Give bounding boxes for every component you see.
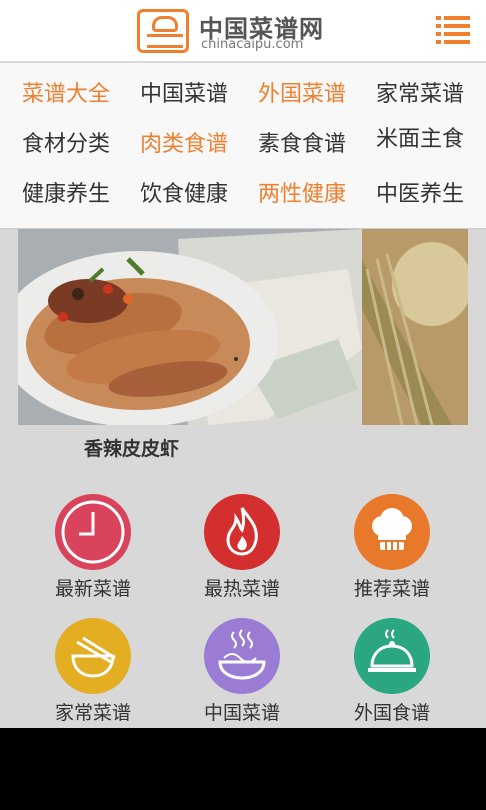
menu-item-diet-health[interactable]: 饮食健康 bbox=[125, 175, 243, 215]
site-logo[interactable]: 中国菜谱网 chinacaipu.com bbox=[137, 9, 337, 55]
menu-item-foreign-recipes[interactable]: 外国菜谱 bbox=[243, 75, 361, 115]
category-label: 最新菜谱 bbox=[54, 578, 131, 600]
noodles-icon bbox=[204, 618, 280, 694]
clock-icon bbox=[55, 494, 131, 570]
bowl-chopsticks-icon bbox=[55, 618, 131, 694]
featured-dish-photo[interactable] bbox=[18, 229, 362, 425]
menu-item-gender-health[interactable]: 两性健康 bbox=[243, 175, 361, 215]
header-bar: 中国菜谱网 chinacaipu.com bbox=[0, 0, 486, 62]
category-latest-recipes[interactable]: 最新菜谱 bbox=[33, 494, 153, 604]
menu-item-vegetarian-recipes[interactable]: 素食食谱 bbox=[243, 125, 361, 165]
category-label: 最热菜谱 bbox=[203, 578, 280, 600]
category-dropdown-menu: 菜谱大全 中国菜谱 外国菜谱 家常菜谱 食材分类 肉类食谱 素食食谱 米面主食 … bbox=[0, 63, 486, 229]
category-label: 中国菜谱 bbox=[203, 702, 280, 724]
category-hot-recipes[interactable]: 最热菜谱 bbox=[182, 494, 302, 604]
cloche-icon bbox=[354, 618, 430, 694]
category-label: 推荐菜谱 bbox=[353, 578, 430, 600]
menu-item-meat-recipes[interactable]: 肉类食谱 bbox=[125, 125, 243, 165]
logo-url: chinacaipu.com bbox=[201, 37, 304, 52]
menu-item-ingredient-categories[interactable]: 食材分类 bbox=[7, 125, 125, 165]
bottom-black-area bbox=[0, 728, 486, 810]
app-screen: 中国菜谱网 chinacaipu.com 菜谱大全 中国菜谱 外国菜谱 家常菜谱… bbox=[0, 0, 486, 728]
featured-dish-caption: 香辣皮皮虾 bbox=[84, 438, 180, 460]
menu-item-recipe-collection[interactable]: 菜谱大全 bbox=[7, 75, 125, 115]
chef-book-logo-icon bbox=[137, 9, 189, 53]
side-dish-photo[interactable] bbox=[362, 229, 468, 425]
category-home-recipes[interactable]: 家常菜谱 bbox=[33, 618, 153, 728]
category-label: 家常菜谱 bbox=[54, 702, 131, 724]
category-chinese-recipes[interactable]: 中国菜谱 bbox=[182, 618, 302, 728]
menu-item-health-wellness[interactable]: 健康养生 bbox=[7, 175, 125, 215]
flame-icon bbox=[204, 494, 280, 570]
chef-hat-icon bbox=[354, 494, 430, 570]
category-label: 外国食谱 bbox=[353, 702, 430, 724]
menu-item-home-recipes[interactable]: 家常菜谱 bbox=[361, 75, 479, 115]
menu-list-icon[interactable] bbox=[436, 14, 470, 46]
menu-item-tcm-wellness[interactable]: 中医养生 bbox=[361, 175, 479, 215]
category-recommended-recipes[interactable]: 推荐菜谱 bbox=[332, 494, 452, 604]
menu-item-staple-foods[interactable]: 米面主食 bbox=[361, 120, 479, 160]
menu-item-chinese-recipes[interactable]: 中国菜谱 bbox=[125, 75, 243, 115]
category-foreign-recipes[interactable]: 外国食谱 bbox=[332, 618, 452, 728]
